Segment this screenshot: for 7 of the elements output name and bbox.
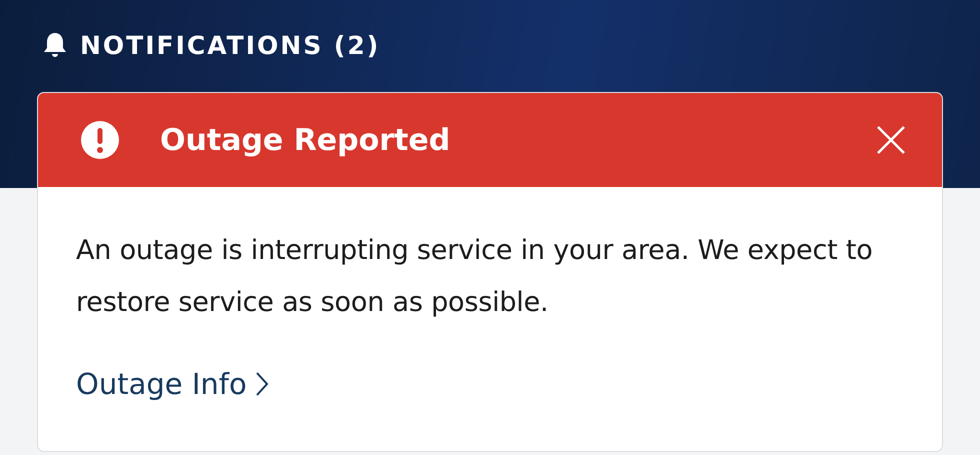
notifications-heading: NOTIFICATIONS (2)	[80, 30, 380, 60]
outage-info-link[interactable]: Outage Info	[76, 367, 269, 401]
alert-title: Outage Reported	[160, 122, 452, 158]
chevron-icon	[254, 371, 269, 397]
alert-message: An outage is interrupting service in your area. We expect to restore service as soon as possible.	[76, 234, 874, 320]
exclamation-icon	[80, 120, 120, 160]
close-button[interactable]	[876, 125, 906, 155]
